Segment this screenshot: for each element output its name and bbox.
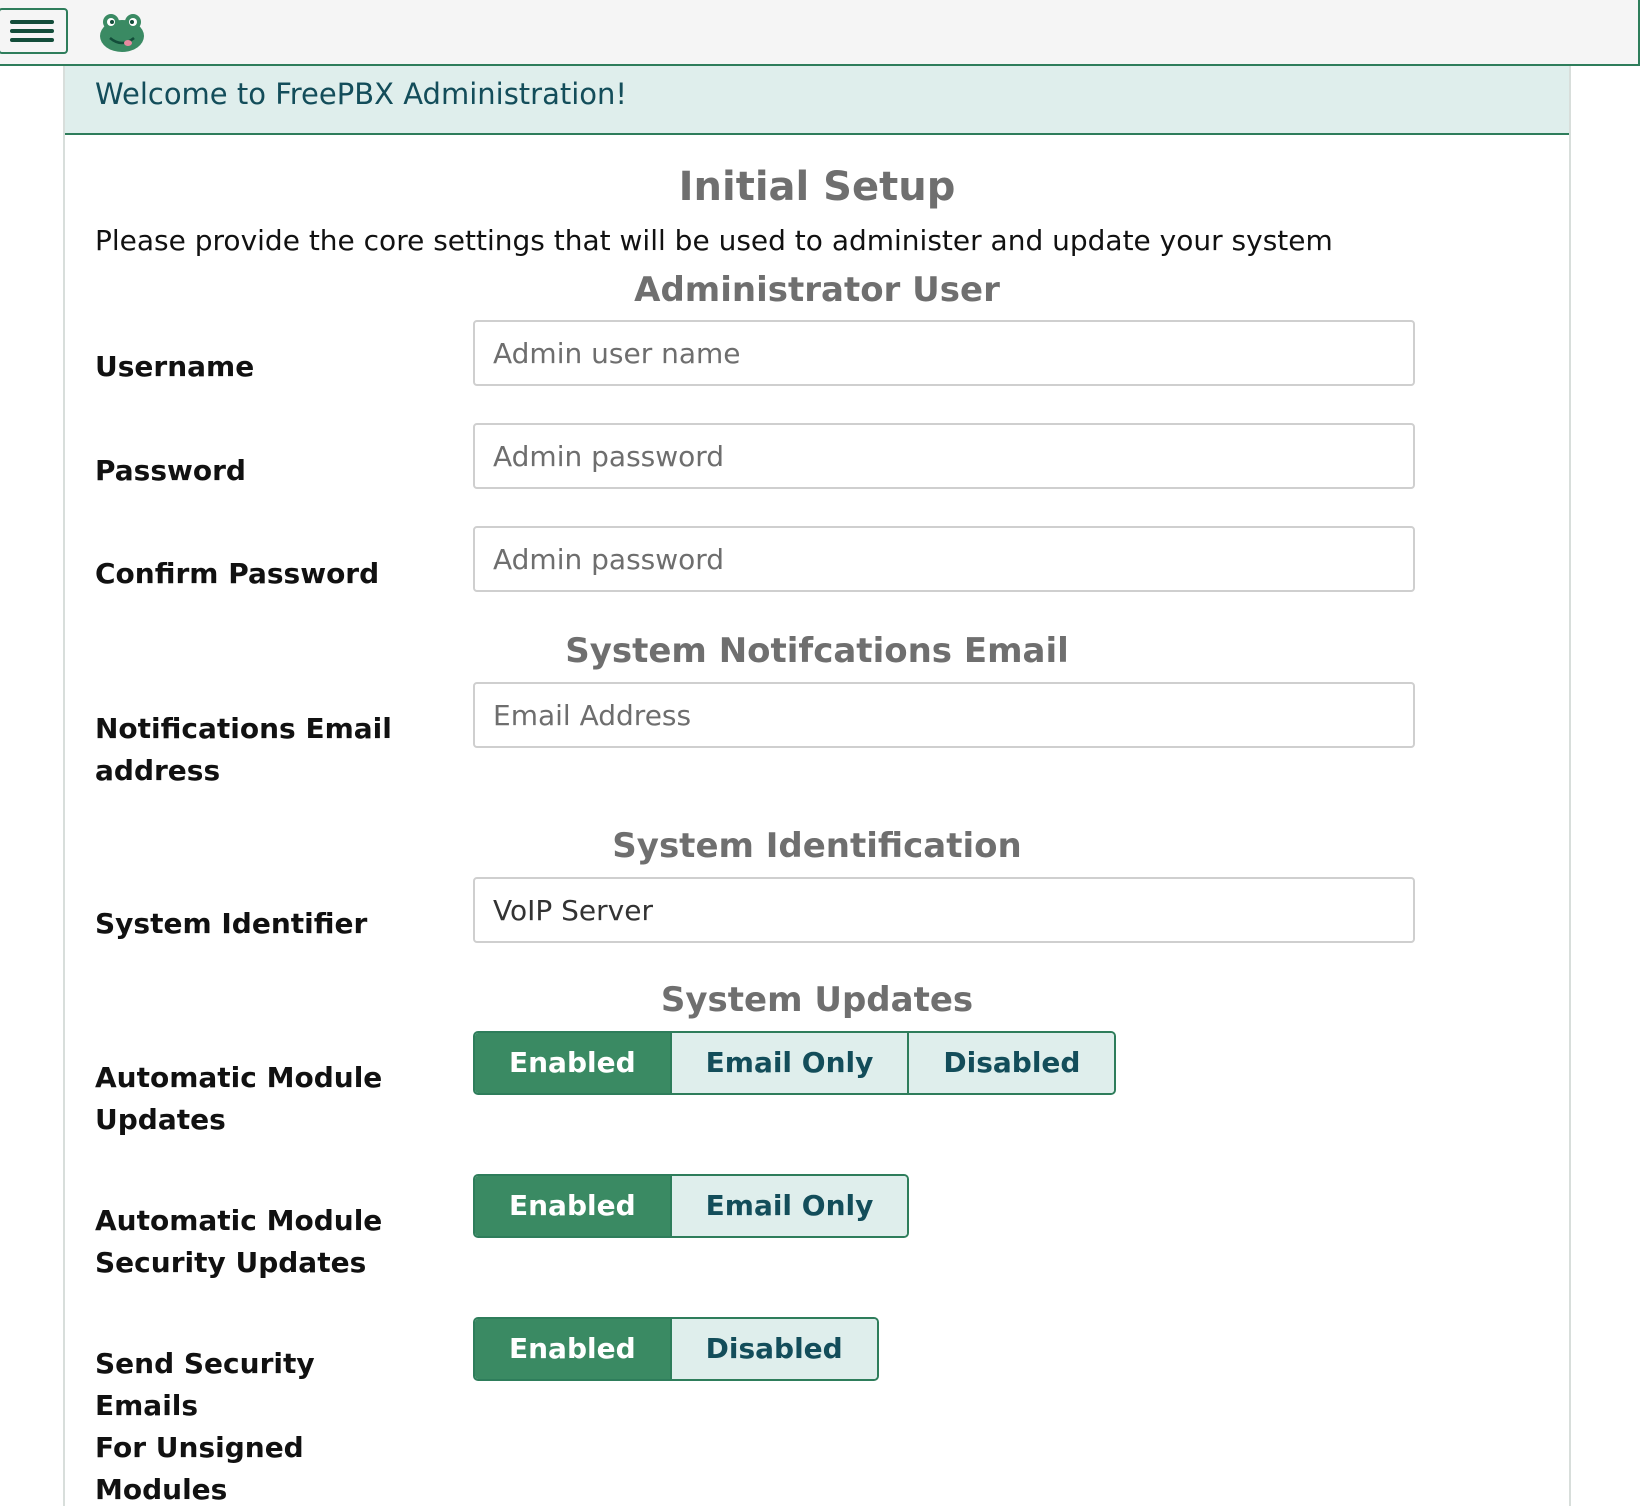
page-title: Initial Setup xyxy=(65,164,1569,210)
top-navbar xyxy=(0,0,1640,66)
unsigned-emails-label: Send Security Emails For Unsigned Module… xyxy=(95,1343,415,1511)
module-updates-email-only-button[interactable]: Email Only xyxy=(670,1033,908,1093)
system-identifier-input[interactable] xyxy=(473,877,1415,943)
notifications-email-label-line1: Notifications Email xyxy=(95,708,415,750)
password-label: Password xyxy=(95,450,415,492)
notifications-email-label: Notifications Email address xyxy=(95,708,415,792)
setup-panel: Welcome to FreePBX Administration! Initi… xyxy=(63,66,1571,1506)
module-updates-label: Automatic Module Updates xyxy=(95,1057,415,1141)
module-updates-toggle-group: Enabled Email Only Disabled xyxy=(473,1031,1116,1095)
welcome-banner: Welcome to FreePBX Administration! xyxy=(65,66,1569,135)
hamburger-menu-icon[interactable] xyxy=(0,8,68,54)
identification-section-heading: System Identification xyxy=(65,826,1569,866)
notifications-email-input[interactable] xyxy=(473,682,1415,748)
security-updates-label: Automatic Module Security Updates xyxy=(95,1200,415,1284)
module-updates-label-line1: Automatic Module xyxy=(95,1057,415,1099)
username-label: Username xyxy=(95,346,415,388)
admin-section-heading: Administrator User xyxy=(65,270,1569,310)
system-identifier-label: System Identifier xyxy=(95,903,415,945)
unsigned-emails-disabled-button[interactable]: Disabled xyxy=(670,1319,877,1379)
unsigned-emails-enabled-button[interactable]: Enabled xyxy=(475,1319,670,1379)
security-updates-label-line2: Security Updates xyxy=(95,1242,415,1284)
module-updates-label-line2: Updates xyxy=(95,1099,415,1141)
updates-section-heading: System Updates xyxy=(65,980,1569,1020)
intro-text: Please provide the core settings that wi… xyxy=(95,224,1333,257)
email-section-heading: System Notifcations Email xyxy=(65,631,1569,671)
security-updates-enabled-button[interactable]: Enabled xyxy=(475,1176,670,1236)
username-input[interactable] xyxy=(473,320,1415,386)
confirm-password-input[interactable] xyxy=(473,526,1415,592)
security-updates-email-only-button[interactable]: Email Only xyxy=(670,1176,908,1236)
module-updates-enabled-button[interactable]: Enabled xyxy=(475,1033,670,1093)
unsigned-emails-toggle-group: Enabled Disabled xyxy=(473,1317,879,1381)
notifications-email-label-line2: address xyxy=(95,750,415,792)
unsigned-emails-label-line1: Send Security Emails xyxy=(95,1343,415,1427)
security-updates-label-line1: Automatic Module xyxy=(95,1200,415,1242)
confirm-password-label: Confirm Password xyxy=(95,553,415,595)
freepbx-frog-logo[interactable] xyxy=(96,10,148,54)
unsigned-emails-label-line2: For Unsigned Modules xyxy=(95,1427,415,1511)
module-updates-disabled-button[interactable]: Disabled xyxy=(907,1033,1114,1093)
password-input[interactable] xyxy=(473,423,1415,489)
security-updates-toggle-group: Enabled Email Only xyxy=(473,1174,909,1238)
